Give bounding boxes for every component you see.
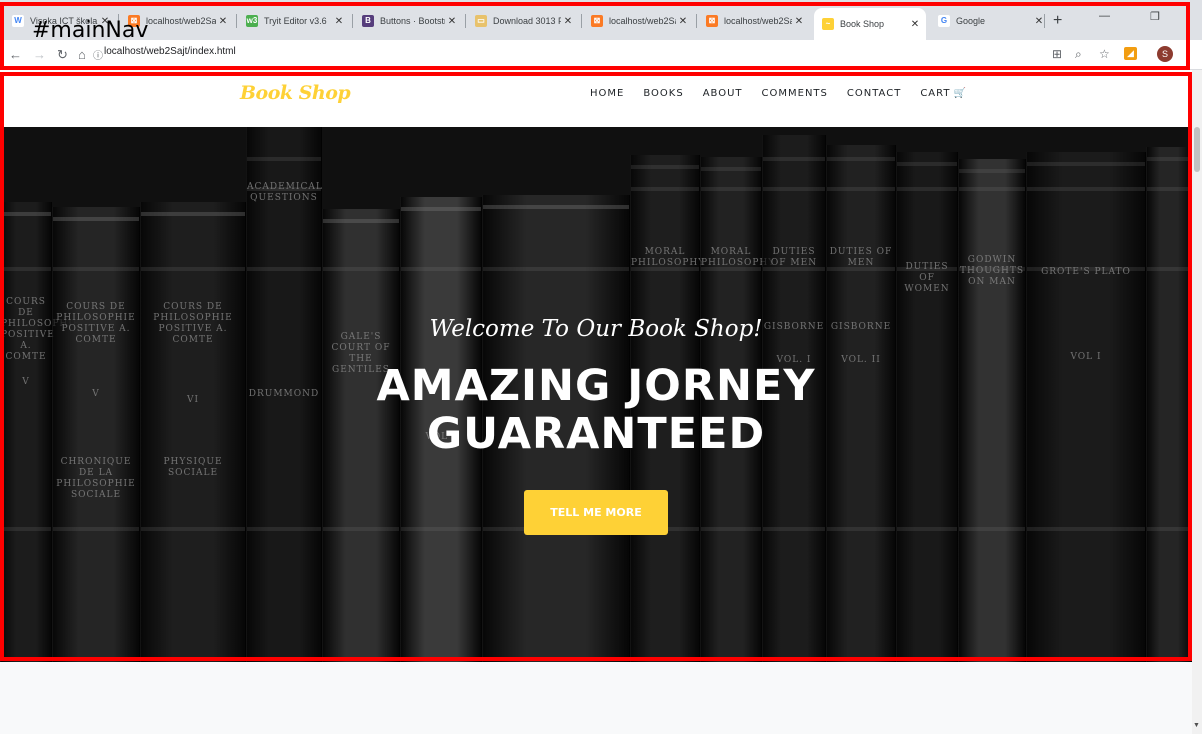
tab-title: Buttons · Bootstra: [380, 16, 445, 26]
forward-button[interactable]: →: [33, 47, 46, 62]
nav-home[interactable]: HOME: [590, 88, 624, 99]
bookmark-star-icon[interactable]: ☆: [1099, 47, 1110, 61]
main-nav: Book Shop HOME BOOKS ABOUT COMMENTS CONT…: [0, 70, 1202, 127]
google-icon: G: [938, 15, 950, 27]
nav-contact[interactable]: CONTACT: [847, 88, 901, 99]
browser-tab[interactable]: w3 Tryit Editor v3.6 ✕: [238, 10, 350, 32]
tab-title: Google: [956, 16, 986, 26]
nav-comments[interactable]: COMMENTS: [762, 88, 828, 99]
w3schools-icon: w3: [246, 15, 258, 27]
close-tab-icon[interactable]: ✕: [908, 19, 922, 30]
reload-button[interactable]: ↻: [57, 47, 68, 63]
tab-strip: + — ❐ W Visoka ICT škola | ✕ ⊠ localhost/web…: [0, 0, 1202, 40]
nav-cart-label: CART: [920, 88, 951, 99]
browser-tab[interactable]: G Google ✕: [930, 10, 1050, 32]
close-tab-icon[interactable]: ✕: [332, 16, 346, 27]
new-tab-button[interactable]: +: [1053, 12, 1062, 30]
browser-tab[interactable]: ⊠ localhost/web2Saj ✕: [583, 10, 694, 32]
browser-tab[interactable]: B Buttons · Bootstra ✕: [354, 10, 463, 32]
browser-chrome: + — ❐ W Visoka ICT škola | ✕ ⊠ localhost/web…: [0, 0, 1202, 70]
close-tab-icon[interactable]: ✕: [792, 16, 806, 27]
profile-avatar[interactable]: S: [1157, 46, 1173, 62]
nav-cart[interactable]: CART 🛒: [920, 88, 967, 99]
next-section: [0, 662, 1192, 734]
nav-menu: HOME BOOKS ABOUT COMMENTS CONTACT CART 🛒: [590, 88, 967, 99]
tab-separator: [352, 14, 353, 28]
bookshop-icon: ~: [822, 18, 834, 30]
tab-title: localhost/web2Saj: [724, 16, 792, 26]
back-button[interactable]: ←: [9, 47, 22, 62]
close-tab-icon[interactable]: ✕: [445, 16, 459, 27]
close-tab-icon[interactable]: ✕: [676, 16, 690, 27]
browser-toolbar: ← → ↻ ⌂ ⓘ localhost/web2Sajt/index.html …: [0, 40, 1202, 70]
browser-tab[interactable]: ⊠ localhost/web2Saj ✕: [698, 10, 810, 32]
annotation-label: #mainNav: [32, 18, 149, 43]
zoom-icon[interactable]: ⌕: [1075, 47, 1082, 62]
hero-headline-line2: GUARANTEED: [426, 409, 766, 459]
nav-about[interactable]: ABOUT: [703, 88, 743, 99]
tab-separator: [1044, 14, 1045, 28]
hero-welcome-text: Welcome To Our Book Shop!: [429, 316, 763, 342]
wp-icon: W: [12, 15, 24, 27]
scroll-down-arrow[interactable]: ▼: [1193, 722, 1200, 729]
download-icon: ▭: [475, 15, 487, 27]
tab-separator: [236, 14, 237, 28]
restore-button[interactable]: ❐: [1150, 10, 1160, 23]
address-bar[interactable]: localhost/web2Sajt/index.html: [104, 46, 236, 57]
cart-icon: 🛒: [953, 88, 967, 99]
info-icon[interactable]: ⓘ: [93, 47, 103, 62]
browser-tab[interactable]: ~ Book Shop ✕: [814, 8, 926, 40]
minimize-button[interactable]: —: [1099, 10, 1110, 22]
tab-separator: [581, 14, 582, 28]
tab-separator: [465, 14, 466, 28]
hero-section: COURS DE PHILOSOPHIE POSITIVE A. COMTE V C…: [0, 127, 1192, 662]
nav-books[interactable]: BOOKS: [643, 88, 683, 99]
tell-me-more-button[interactable]: TELL ME MORE: [524, 490, 668, 535]
tab-separator: [696, 14, 697, 28]
hero-headline: AMAZING JORNEY GUARANTEED: [0, 362, 1192, 458]
tab-title: Tryit Editor v3.6: [264, 16, 327, 26]
close-tab-icon[interactable]: ✕: [561, 16, 575, 27]
brand-logo[interactable]: Book Shop: [240, 82, 351, 104]
hero-headline-line1: AMAZING JORNEY: [376, 361, 816, 411]
bootstrap-icon: B: [362, 15, 374, 27]
tab-title: localhost/web2Saj: [609, 16, 676, 26]
tab-title: Book Shop: [840, 19, 885, 29]
tab-title: Download 3013 Fr: [493, 16, 561, 26]
browser-tab[interactable]: ▭ Download 3013 Fr ✕: [467, 10, 579, 32]
scrollbar-thumb[interactable]: [1194, 127, 1200, 172]
xampp-icon: ⊠: [706, 15, 718, 27]
close-tab-icon[interactable]: ✕: [216, 16, 230, 27]
rss-icon[interactable]: ◢: [1124, 47, 1137, 60]
tab-title: localhost/web2Saj: [146, 16, 216, 26]
xampp-icon: ⊠: [591, 15, 603, 27]
home-button[interactable]: ⌂: [78, 47, 86, 62]
translate-icon[interactable]: ⊞: [1052, 47, 1062, 61]
